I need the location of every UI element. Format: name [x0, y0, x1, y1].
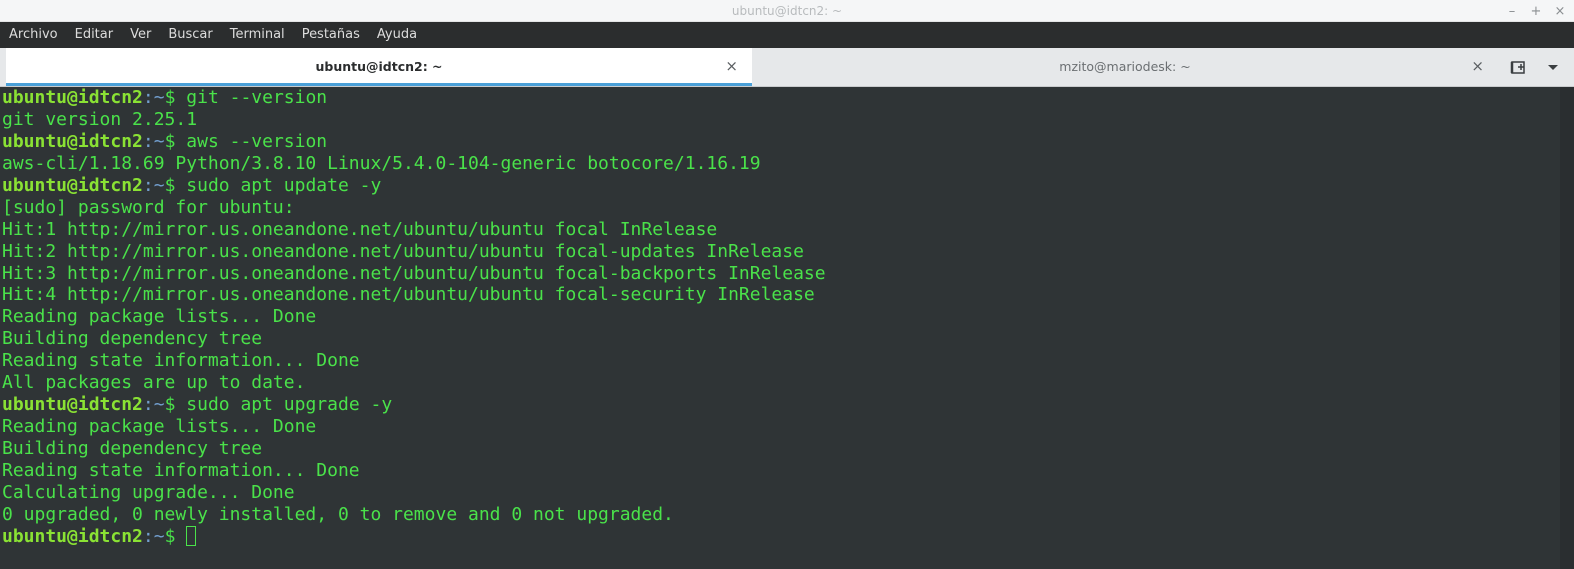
terminal-output[interactable]: ubuntu@idtcn2:~$ git --version git versio…	[0, 87, 1560, 569]
terminal-command-line: ubuntu@idtcn2:~$ git --version	[2, 87, 1560, 109]
output-text: Reading package lists... Done	[2, 306, 317, 328]
terminal-scrollbar[interactable]	[1560, 87, 1574, 569]
prompt-path: :~	[142, 525, 165, 547]
terminal-output-line: [sudo] password for ubuntu:	[2, 197, 1560, 219]
menubar: Archivo Editar Ver Buscar Terminal Pesta…	[0, 22, 1574, 48]
chevron-down-icon	[1548, 65, 1558, 70]
prompt-symbol: $	[164, 525, 187, 547]
maximize-button[interactable]: +	[1530, 3, 1542, 19]
terminal-output-line: Building dependency tree	[2, 328, 1560, 350]
tab-ubuntu-idtcn2[interactable]: ubuntu@idtcn2: ~ ×	[6, 48, 752, 86]
terminal-output-line: Hit:3 http://mirror.us.oneandone.net/ubu…	[2, 263, 1560, 285]
new-tab-button[interactable]	[1508, 57, 1530, 77]
menu-archivo[interactable]: Archivo	[0, 22, 66, 48]
terminal-output-line: Hit:4 http://mirror.us.oneandone.net/ubu…	[2, 284, 1560, 306]
output-text: Hit:4 http://mirror.us.oneandone.net/ubu…	[2, 284, 815, 306]
terminal-command-line: ubuntu@idtcn2:~$	[2, 525, 1560, 548]
prompt-user: ubuntu@idtcn2	[2, 525, 143, 547]
tab-label: mzito@mariodesk: ~	[1059, 59, 1191, 74]
prompt-symbol: $	[164, 87, 187, 108]
close-button[interactable]: ×	[1554, 3, 1566, 19]
prompt-symbol: $	[164, 130, 187, 152]
output-text: Reading state information... Done	[2, 350, 360, 372]
window-titlebar[interactable]: ubuntu@idtcn2: ~ – + ×	[0, 0, 1574, 22]
menu-terminal[interactable]: Terminal	[221, 22, 293, 48]
terminal-command-line: ubuntu@idtcn2:~$ sudo apt upgrade -y	[2, 394, 1560, 416]
terminal-output-line: Hit:1 http://mirror.us.oneandone.net/ubu…	[2, 219, 1560, 241]
command-text: aws --version	[186, 130, 328, 152]
prompt-user: ubuntu@idtcn2	[2, 394, 143, 416]
terminal-output-line: Reading state information... Done	[2, 350, 1560, 372]
prompt-symbol: $	[164, 174, 187, 196]
output-text: Building dependency tree	[2, 328, 263, 350]
terminal-command-line: ubuntu@idtcn2:~$ aws --version	[2, 131, 1560, 153]
terminal-output-line: Reading package lists... Done	[2, 306, 1560, 328]
output-text: aws-cli/1.18.69 Python/3.8.10 Linux/5.4.…	[2, 152, 761, 174]
tab-label: ubuntu@idtcn2: ~	[315, 59, 443, 74]
new-tab-icon	[1510, 61, 1525, 74]
terminal-output-line: Building dependency tree	[2, 438, 1560, 460]
output-text: git version 2.25.1	[2, 108, 198, 130]
prompt-path: :~	[142, 394, 165, 416]
output-text: Hit:1 http://mirror.us.oneandone.net/ubu…	[2, 218, 718, 240]
terminal-output-line: Reading state information... Done	[2, 460, 1560, 482]
terminal-command-line: ubuntu@idtcn2:~$ sudo apt update -y	[2, 175, 1560, 197]
tab-bar: ubuntu@idtcn2: ~ × mzito@mariodesk: ~ ×	[0, 48, 1574, 87]
prompt-user: ubuntu@idtcn2	[2, 130, 143, 152]
text-cursor	[186, 525, 197, 546]
tab-close-icon[interactable]: ×	[725, 57, 738, 75]
output-text: Reading package lists... Done	[2, 416, 317, 438]
terminal-output-line: Reading package lists... Done	[2, 416, 1560, 438]
prompt-symbol: $	[164, 394, 187, 416]
terminal-output-line: 0 upgraded, 0 newly installed, 0 to remo…	[2, 504, 1560, 526]
tab-close-icon[interactable]: ×	[1471, 57, 1484, 75]
menu-ver[interactable]: Ver	[121, 22, 159, 48]
tab-menu-button[interactable]	[1542, 57, 1564, 77]
terminal-output-line: aws-cli/1.18.69 Python/3.8.10 Linux/5.4.…	[2, 153, 1560, 175]
terminal-output-line: Calculating upgrade... Done	[2, 482, 1560, 504]
menu-buscar[interactable]: Buscar	[159, 22, 220, 48]
output-text: Hit:3 http://mirror.us.oneandone.net/ubu…	[2, 262, 826, 284]
command-text: sudo apt upgrade -y	[186, 394, 393, 416]
output-text: [sudo] password for ubuntu:	[2, 196, 295, 218]
prompt-path: :~	[142, 130, 165, 152]
tab-mzito-mariodesk[interactable]: mzito@mariodesk: ~ ×	[752, 48, 1498, 86]
terminal-output-line: Hit:2 http://mirror.us.oneandone.net/ubu…	[2, 241, 1560, 263]
prompt-user: ubuntu@idtcn2	[2, 174, 143, 196]
output-text: Reading state information... Done	[2, 459, 360, 481]
output-text: Hit:2 http://mirror.us.oneandone.net/ubu…	[2, 240, 804, 262]
output-text: All packages are up to date.	[2, 372, 306, 394]
output-text: Building dependency tree	[2, 438, 263, 459]
terminal-output-line: All packages are up to date.	[2, 372, 1560, 394]
menu-editar[interactable]: Editar	[66, 22, 122, 48]
output-text: 0 upgraded, 0 newly installed, 0 to remo…	[2, 503, 674, 525]
command-text: sudo apt update -y	[186, 174, 382, 196]
prompt-user: ubuntu@idtcn2	[2, 87, 143, 108]
prompt-path: :~	[142, 174, 165, 196]
terminal-output-line: git version 2.25.1	[2, 109, 1560, 131]
window-title: ubuntu@idtcn2: ~	[731, 4, 843, 18]
menu-ayuda[interactable]: Ayuda	[368, 22, 425, 48]
prompt-path: :~	[142, 87, 165, 108]
minimize-button[interactable]: –	[1506, 3, 1518, 19]
menu-pestanas[interactable]: Pestañas	[293, 22, 368, 48]
window-controls: – + ×	[1506, 2, 1566, 20]
output-text: Calculating upgrade... Done	[2, 481, 295, 503]
command-text: git --version	[186, 87, 328, 108]
